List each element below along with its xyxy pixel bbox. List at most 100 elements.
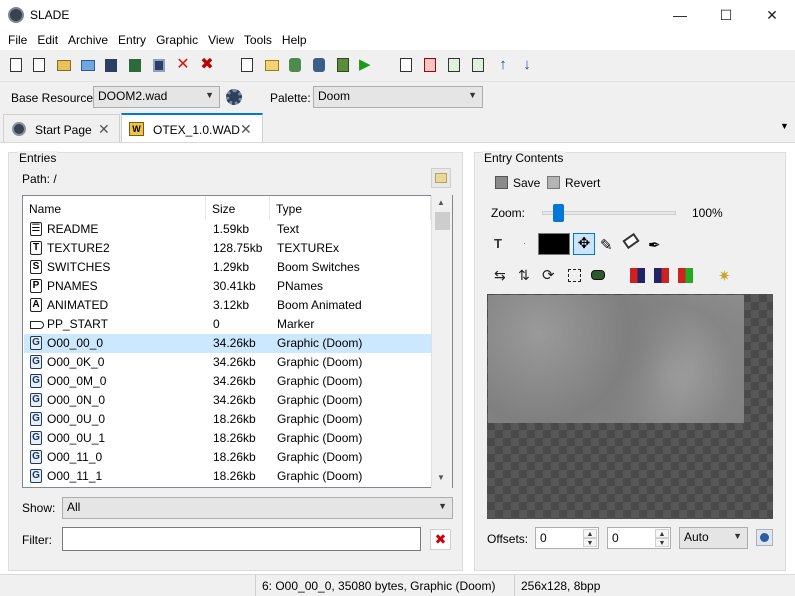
- column-header-type[interactable]: Type: [270, 196, 431, 220]
- new-archive-icon[interactable]: [8, 57, 24, 73]
- entry-row[interactable]: G O00_0N_0 34.26kb Graphic (Doom): [24, 391, 431, 410]
- menu-file[interactable]: File: [3, 30, 32, 50]
- close-icon[interactable]: ✕: [240, 121, 252, 138]
- pencil-tool-icon[interactable]: ✎: [600, 236, 613, 254]
- flip-icon[interactable]: ⇅: [518, 267, 530, 284]
- gear-icon[interactable]: [226, 89, 242, 105]
- revert-button[interactable]: Revert: [547, 175, 617, 193]
- menu-archive[interactable]: Archive: [63, 30, 113, 50]
- up-directory-button[interactable]: [431, 168, 451, 188]
- clear-filter-button[interactable]: ✖: [430, 529, 451, 550]
- tint-icon[interactable]: [654, 268, 669, 283]
- color-swatch[interactable]: [538, 233, 570, 255]
- import-entry-icon[interactable]: [446, 57, 462, 73]
- close-icon[interactable]: ✕: [98, 121, 110, 138]
- show-dropdown[interactable]: All ▼: [62, 497, 453, 519]
- import-files-icon[interactable]: [287, 57, 303, 73]
- maximize-button[interactable]: ☐: [703, 0, 749, 30]
- slade-logo-icon: [12, 122, 26, 136]
- entry-row[interactable]: G O00_0K_0 34.26kb Graphic (Doom): [24, 353, 431, 372]
- title-bar: SLADE — ☐ ✕: [0, 0, 795, 30]
- move-tool-icon[interactable]: ✥: [573, 233, 595, 255]
- crop-icon[interactable]: [568, 269, 581, 282]
- new-folder-icon[interactable]: [263, 57, 279, 73]
- close-window-button[interactable]: ✕: [749, 0, 795, 30]
- rotate-icon[interactable]: ⟳: [542, 266, 555, 284]
- offset-y-input[interactable]: 0 ▲ ▼: [607, 527, 671, 549]
- entry-row[interactable]: G O00_0U_1 18.26kb Graphic (Doom): [24, 429, 431, 448]
- texturex-icon: T: [30, 241, 42, 255]
- delete-entry-icon[interactable]: [422, 57, 438, 73]
- spin-down-icon[interactable]: ▼: [655, 538, 669, 547]
- menu-tools[interactable]: Tools: [239, 30, 277, 50]
- scroll-thumb[interactable]: [435, 212, 450, 230]
- open-archive-icon[interactable]: [55, 57, 71, 73]
- open-directory-icon[interactable]: [79, 57, 95, 73]
- base-resource-dropdown[interactable]: DOOM2.wad ▼: [93, 86, 220, 108]
- menu-view[interactable]: View: [203, 30, 239, 50]
- new-entry-icon[interactable]: [239, 57, 255, 73]
- offset-mode-dropdown[interactable]: Auto ▼: [679, 527, 748, 549]
- build-archive-icon[interactable]: [311, 57, 327, 73]
- mirror-icon[interactable]: ⇆: [494, 267, 506, 284]
- entry-row[interactable]: G O00_11_1 18.26kb Graphic (Doom): [24, 467, 431, 486]
- apply-offsets-button[interactable]: [756, 529, 773, 546]
- spin-up-icon[interactable]: ▲: [583, 529, 597, 538]
- save-all-icon[interactable]: [151, 57, 167, 73]
- menu-entry[interactable]: Entry: [113, 30, 151, 50]
- column-header-name[interactable]: Name: [23, 196, 206, 220]
- offset-x-input[interactable]: 0 ▲ ▼: [535, 527, 599, 549]
- rename-entry-icon[interactable]: [398, 57, 414, 73]
- palette-remap-icon[interactable]: [678, 268, 693, 283]
- convert-icon[interactable]: [591, 270, 605, 280]
- tab-start-page[interactable]: Start Page ✕: [3, 114, 120, 142]
- map-editor-icon[interactable]: [335, 57, 351, 73]
- scroll-down-icon[interactable]: ▼: [437, 473, 445, 482]
- tab-menu-chevron-icon[interactable]: ▼: [780, 121, 789, 131]
- run-archive-icon[interactable]: ▶: [359, 57, 375, 73]
- spin-up-icon[interactable]: ▲: [655, 529, 669, 538]
- chevron-down-icon: ▼: [468, 90, 477, 100]
- entry-row[interactable]: A ANIMATED 3.12kb Boom Animated: [24, 296, 431, 315]
- entry-row[interactable]: T TEXTURE2 128.75kb TEXTUREx: [24, 239, 431, 258]
- entries-list[interactable]: Name Size Type ☰ README 1.59kb Text T TEXTURE…: [22, 195, 453, 488]
- entry-row[interactable]: P PNAMES 30.41kb PNames: [24, 277, 431, 296]
- entry-row[interactable]: G O00_00_0 34.26kb Graphic (Doom): [24, 334, 431, 353]
- zoom-label: Zoom:: [491, 206, 526, 220]
- optimize-icon[interactable]: ✷: [718, 267, 731, 285]
- close-all-icon[interactable]: ✖: [199, 57, 215, 73]
- export-entry-icon[interactable]: [470, 57, 486, 73]
- palette-dropdown[interactable]: Doom ▼: [313, 86, 483, 108]
- column-header-size[interactable]: Size: [206, 196, 270, 220]
- minimize-button[interactable]: —: [657, 0, 703, 30]
- tab-label: Start Page: [35, 123, 92, 137]
- entry-row[interactable]: G O00_0U_0 18.26kb Graphic (Doom): [24, 410, 431, 429]
- save-as-icon[interactable]: [127, 57, 143, 73]
- entry-row[interactable]: G O00_0M_0 34.26kb Graphic (Doom): [24, 372, 431, 391]
- zoom-slider-thumb[interactable]: [553, 204, 565, 222]
- tab-otex-wad[interactable]: W OTEX_1.0.WAD ✕: [121, 113, 263, 143]
- close-archive-icon[interactable]: ✕: [175, 57, 191, 73]
- menu-help[interactable]: Help: [277, 30, 312, 50]
- entry-row[interactable]: PP_START 0 Marker: [24, 315, 431, 334]
- entry-name: PNAMES: [47, 279, 98, 293]
- text-tool-icon[interactable]: T: [494, 236, 510, 252]
- scroll-up-icon[interactable]: ▲: [437, 198, 445, 207]
- colourise-icon[interactable]: [630, 268, 645, 283]
- entry-size: 3.12kb: [213, 298, 250, 312]
- save-archive-icon[interactable]: [103, 57, 119, 73]
- entry-row[interactable]: S SWITCHES 1.29kb Boom Switches: [24, 258, 431, 277]
- eyedropper-tool-icon[interactable]: ✒: [648, 236, 661, 254]
- entry-row[interactable]: ☰ README 1.59kb Text: [24, 220, 431, 239]
- menu-graphic[interactable]: Graphic: [151, 30, 203, 50]
- move-down-icon[interactable]: ↓: [519, 57, 535, 73]
- spin-down-icon[interactable]: ▼: [583, 538, 597, 547]
- filter-input[interactable]: [62, 527, 421, 551]
- entry-row[interactable]: G O00_11_0 18.26kb Graphic (Doom): [24, 448, 431, 467]
- tab-label: OTEX_1.0.WAD: [153, 123, 240, 137]
- new-archive-type-icon[interactable]: [31, 57, 47, 73]
- move-up-icon[interactable]: ↑: [495, 57, 511, 73]
- entry-size: 0: [213, 317, 220, 331]
- entries-scrollbar[interactable]: ▲ ▼: [431, 195, 452, 488]
- menu-edit[interactable]: Edit: [32, 30, 63, 50]
